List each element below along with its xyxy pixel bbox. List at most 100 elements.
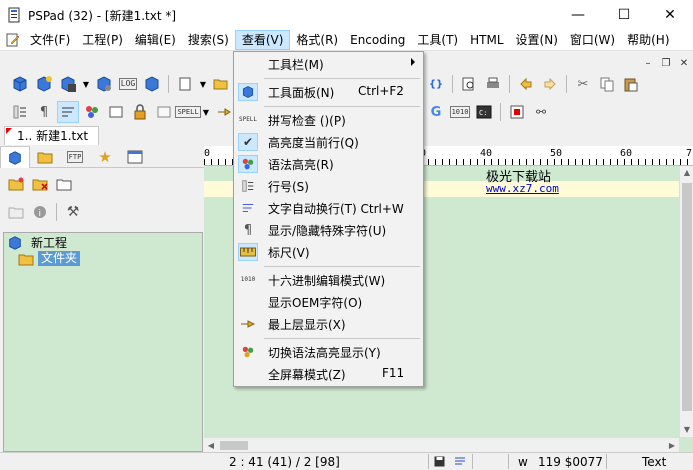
view-menu-syntax-highlight[interactable]: 语法高亮(R) [236, 153, 421, 175]
view-menu-toolbars[interactable]: 工具栏(M) [236, 53, 421, 75]
minimize-button[interactable]: — [555, 0, 601, 30]
panel-tab-ftp[interactable]: FTP [60, 146, 90, 168]
horizontal-scrollbar[interactable]: ◀ ▶ [204, 437, 679, 452]
open-file-button[interactable] [210, 73, 232, 95]
menu-view[interactable]: 查看(V) [234, 30, 291, 50]
mdi-restore-button[interactable]: ❐ [658, 55, 674, 71]
view-menu-fullscreen[interactable]: 全屏幕模式(Z) F11 [236, 363, 421, 385]
menu-encoding[interactable]: Encoding [344, 30, 411, 50]
view-menu-word-wrap[interactable]: 文字自动换行(T) Ctrl+W [236, 197, 421, 219]
view-menu-oem-chars[interactable]: 显示OEM字符(O) [236, 291, 421, 313]
menu-window[interactable]: 窗口(W) [564, 30, 621, 50]
scroll-up-icon[interactable]: ▲ [680, 166, 693, 180]
document-tab[interactable]: 1.. 新建1.txt [4, 126, 100, 145]
view-menu-toggle-syntax[interactable]: 切换语法高亮显示(Y) [236, 341, 421, 363]
print-preview-button[interactable] [458, 73, 480, 95]
panel-tab-windows[interactable] [120, 146, 150, 168]
scroll-down-icon[interactable]: ▼ [680, 423, 693, 437]
view-menu-hex-mode[interactable]: 1010 十六进制编辑模式(W) [236, 269, 421, 291]
preview-button[interactable]: ⚯ [530, 101, 552, 123]
project-tools-button[interactable]: ⚒ [62, 201, 84, 223]
view-menu-spell-check[interactable]: SPELL 拼写检查 ()(P) [236, 109, 421, 131]
hex-edit-button[interactable] [105, 101, 127, 123]
cut-button[interactable]: ✂ [572, 73, 594, 95]
panel-tab-favorites[interactable]: ★ [90, 146, 120, 168]
copy-button[interactable] [596, 73, 618, 95]
mdi-close-button[interactable]: ✕ [676, 55, 692, 71]
line-numbers-toggle-button[interactable] [9, 101, 31, 123]
new-project-button[interactable] [33, 73, 55, 95]
rename-button[interactable] [5, 201, 27, 223]
binary-view-button[interactable]: 1010 [449, 101, 471, 123]
view-menu-special-chars[interactable]: ¶ 显示/隐藏特殊字符(U) [236, 219, 421, 241]
open-folder-button[interactable] [53, 173, 75, 195]
menu-settings[interactable]: 设置(N) [510, 30, 564, 50]
spell-icon: SPELL [238, 116, 258, 123]
log-button[interactable]: LOG [117, 73, 139, 95]
record-macro-button[interactable] [506, 101, 528, 123]
menu-item-label: 高亮度当前行(Q) [268, 136, 359, 150]
view-menu-highlight-line[interactable]: ✔ 高亮度当前行(Q) [236, 131, 421, 153]
console-button[interactable]: C: [473, 101, 495, 123]
readonly-lock-button[interactable] [129, 101, 151, 123]
spell-dropdown-button[interactable]: ▼ [201, 101, 211, 123]
google-search-button[interactable]: G [425, 101, 447, 123]
undo-button[interactable] [515, 73, 537, 95]
view-menu-stay-on-top[interactable]: 最上层显示(X) [236, 313, 421, 335]
special-chars-toggle-button[interactable]: ¶ [33, 101, 55, 123]
remove-folder-button[interactable] [29, 173, 51, 195]
syntax-icon [238, 155, 258, 173]
new-file-button[interactable] [174, 73, 196, 95]
project-settings-button[interactable] [93, 73, 115, 95]
menu-search[interactable]: 搜索(S) [182, 30, 235, 50]
menu-html[interactable]: HTML [464, 30, 509, 50]
project-info-button[interactable] [141, 73, 163, 95]
view-menu-ruler[interactable]: 标尺(V) [236, 241, 421, 263]
menu-help[interactable]: 帮助(H) [621, 30, 675, 50]
vertical-scrollbar[interactable]: ▲ ▼ [679, 166, 693, 437]
properties-button[interactable]: i [29, 201, 51, 223]
panel-tab-files[interactable] [30, 146, 60, 168]
menu-edit[interactable]: 编辑(E) [129, 30, 182, 50]
save-project-button[interactable] [57, 73, 79, 95]
check-icon: ✔ [238, 133, 258, 151]
paste-button[interactable] [620, 73, 642, 95]
menu-item-label: 十六进制编辑模式(W) [268, 274, 386, 288]
mdi-minimize-button[interactable]: – [640, 55, 656, 71]
vertical-scroll-thumb[interactable] [682, 183, 692, 411]
scroll-right-icon[interactable]: ▶ [665, 438, 679, 453]
editor-line-2[interactable]: www.xz7.com [486, 182, 559, 195]
rename-icon [8, 207, 24, 219]
horizontal-scroll-thumb[interactable] [220, 441, 248, 450]
cube-new-icon [37, 76, 52, 92]
print-button[interactable] [482, 73, 504, 95]
open-project-button[interactable] [9, 73, 31, 95]
menu-format[interactable]: 格式(R) [290, 30, 344, 50]
menu-separator [264, 78, 420, 79]
close-button[interactable]: ✕ [647, 0, 693, 30]
tree-item-project[interactable]: 新工程 [7, 234, 67, 251]
toolbar-row-2-right: G 1010 C: ⚯ [424, 99, 553, 125]
view-menu-line-numbers[interactable]: 行号(S) [236, 175, 421, 197]
spell-check-button[interactable]: SPELL [175, 101, 201, 123]
menu-project[interactable]: 工程(P) [76, 30, 129, 50]
tree-item-folder[interactable]: 文件夹 [18, 250, 81, 267]
status-separator [606, 454, 607, 469]
pin-button[interactable] [213, 101, 235, 123]
menu-separator [264, 338, 420, 339]
word-wrap-toggle-button[interactable] [57, 101, 79, 123]
new-file-dropdown-button[interactable]: ▼ [198, 73, 208, 95]
menu-file[interactable]: 文件(F) [24, 30, 76, 50]
code-block-button[interactable]: {} [425, 73, 447, 95]
syntax-highlight-button[interactable] [81, 101, 103, 123]
project-dropdown-button[interactable]: ▼ [81, 73, 91, 95]
redo-button[interactable] [539, 73, 561, 95]
view-menu-tool-panel[interactable]: 工具面板(N) Ctrl+F2 [236, 81, 421, 103]
cube-info-icon [145, 76, 159, 92]
panel-tab-project[interactable] [0, 146, 30, 168]
scroll-left-icon[interactable]: ◀ [204, 438, 218, 453]
add-folder-button[interactable] [5, 173, 27, 195]
menu-tools[interactable]: 工具(T) [411, 30, 464, 50]
maximize-button[interactable]: ☐ [601, 0, 647, 30]
case-toggle-button[interactable] [153, 101, 175, 123]
